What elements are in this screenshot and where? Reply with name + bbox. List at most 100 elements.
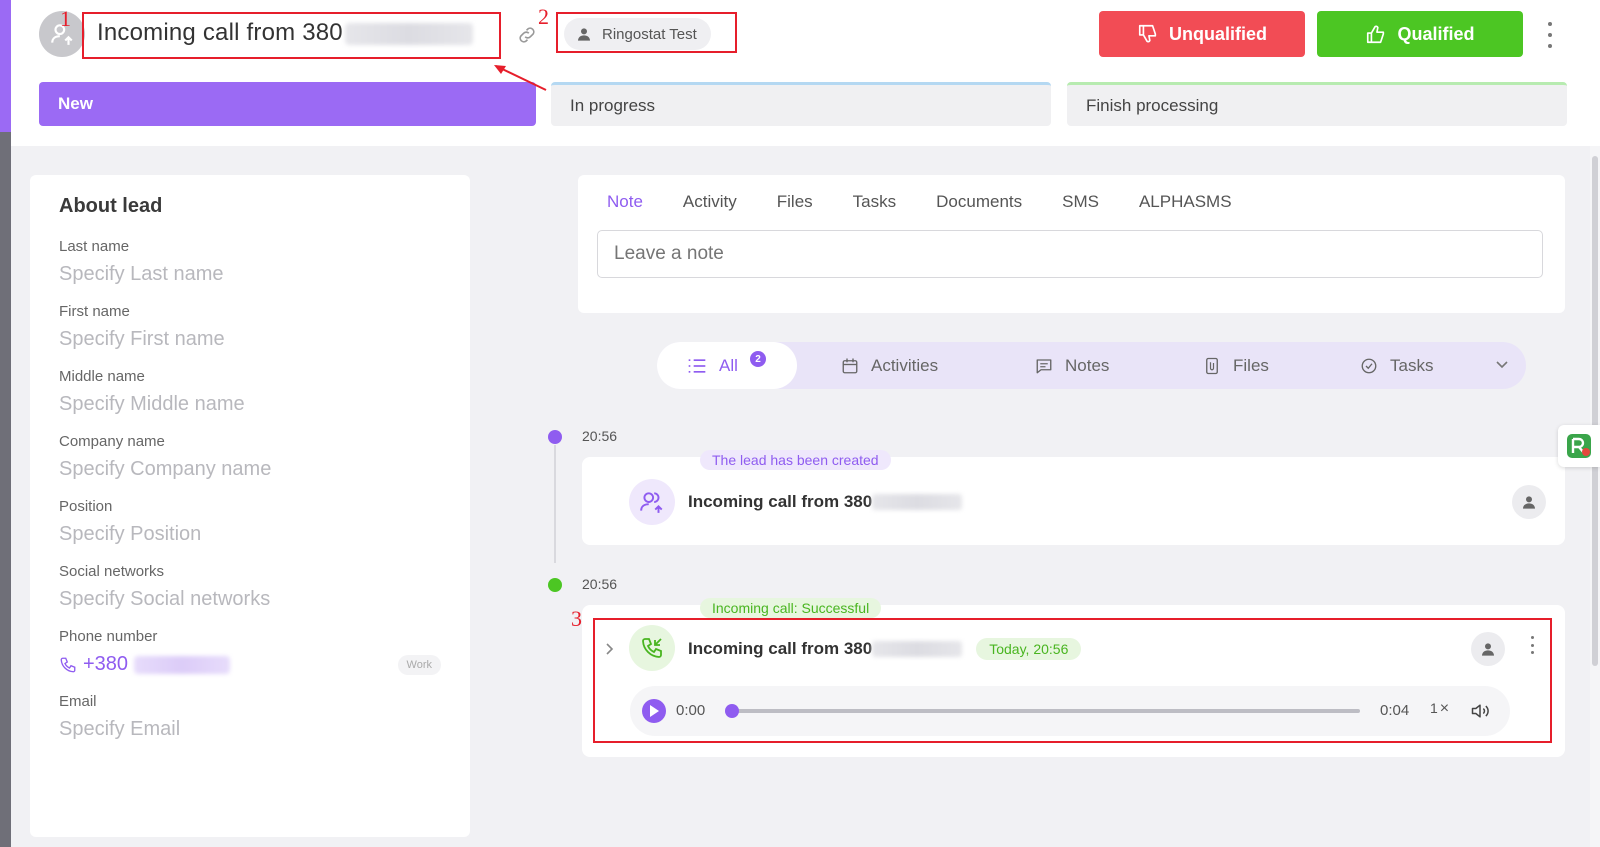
- stage-new-label: New: [58, 94, 93, 113]
- user-icon: [1523, 496, 1535, 509]
- stage-finish-label: Finish processing: [1086, 95, 1219, 115]
- volume-icon[interactable]: [1470, 701, 1490, 721]
- tab-sms[interactable]: SMS: [1062, 192, 1099, 212]
- timeline-line: [554, 445, 556, 563]
- redacted-number: [872, 641, 963, 657]
- play-icon: [650, 705, 659, 717]
- timeline-dot-1: [548, 430, 562, 444]
- users-icon: [640, 492, 663, 513]
- annotation-number-2: 2: [538, 4, 549, 29]
- card-icon-call: [629, 625, 675, 671]
- field-position[interactable]: Position Specify Position: [59, 498, 441, 546]
- call-time-badge: Today, 20:56: [976, 638, 1082, 660]
- scrollbar[interactable]: [1590, 146, 1600, 847]
- ringostat-logo-icon: [1567, 434, 1591, 458]
- annotation-arrow: [494, 65, 547, 91]
- filter-activities[interactable]: Activities: [841, 342, 938, 389]
- link-icon[interactable]: [516, 24, 538, 46]
- player-progress-track[interactable]: [725, 704, 1360, 718]
- tag-incoming-call-successful: Incoming call: Successful: [700, 598, 882, 618]
- card-title-lead: Incoming call from 380: [688, 492, 963, 512]
- user-chip-label: Ringostat Test: [602, 25, 697, 43]
- unqualified-button[interactable]: Unqualified: [1099, 11, 1305, 57]
- redacted-number: [872, 494, 963, 510]
- user-icon: [578, 28, 590, 41]
- audio-player: 0:00 0:04 1 ×: [630, 686, 1510, 736]
- check-circle-icon: [1361, 358, 1377, 373]
- calendar-icon: [842, 358, 858, 373]
- note-panel: Note Activity Files Tasks Documents SMS …: [578, 175, 1565, 313]
- filter-tasks[interactable]: Tasks: [1360, 342, 1433, 389]
- stage-finish-processing[interactable]: Finish processing: [1067, 82, 1567, 126]
- player-speed-button[interactable]: 1 ×: [1430, 700, 1449, 718]
- timeline-time-1: 20:56: [582, 428, 618, 444]
- tag-lead-created: The lead has been created: [700, 450, 891, 470]
- filter-all-label: All: [719, 355, 738, 375]
- card-title-call: Incoming call from 380 Today, 20:56: [688, 638, 1082, 660]
- edge-accent: [0, 0, 11, 132]
- field-first-name[interactable]: First name Specify First name: [59, 303, 441, 351]
- filter-all[interactable]: All 2: [657, 342, 797, 389]
- field-middle-name[interactable]: Middle name Specify Middle name: [59, 368, 441, 416]
- tab-tasks[interactable]: Tasks: [853, 192, 896, 212]
- responsible-user-chip[interactable]: Ringostat Test: [564, 18, 711, 50]
- note-input[interactable]: [597, 230, 1543, 278]
- field-email[interactable]: Email Specify Email: [59, 693, 441, 741]
- player-duration: 0:04: [1380, 702, 1410, 719]
- phone-type-tag: Work: [397, 654, 441, 675]
- field-company-name[interactable]: Company name Specify Company name: [59, 433, 441, 481]
- note-tabs: Note Activity Files Tasks Documents SMS …: [607, 192, 1232, 212]
- tab-documents[interactable]: Documents: [936, 192, 1022, 212]
- chevron-down-icon[interactable]: [1495, 359, 1509, 371]
- stage-in-progress-label: In progress: [570, 95, 656, 115]
- redacted-phone: [134, 655, 231, 674]
- thumbs-up-icon: [1367, 25, 1385, 44]
- thumbs-down-icon: [1138, 24, 1157, 43]
- annotation-number-1: 1: [60, 6, 71, 31]
- tab-alphasms[interactable]: ALPHASMS: [1139, 192, 1232, 212]
- tab-activity[interactable]: Activity: [683, 192, 737, 212]
- card-user-avatar-1[interactable]: [1512, 485, 1546, 519]
- list-icon: [688, 358, 706, 373]
- incoming-call-icon: [642, 638, 662, 658]
- chevron-right-icon[interactable]: [604, 642, 616, 656]
- qualified-label: Qualified: [1397, 23, 1475, 44]
- filter-files[interactable]: Files: [1203, 342, 1269, 389]
- redacted-number: [344, 22, 473, 45]
- lead-header: Incoming call from 380 Ringostat Test Un…: [11, 0, 1600, 146]
- filter-all-count-badge: 2: [750, 351, 766, 367]
- phone-icon: [60, 657, 76, 672]
- stage-new[interactable]: New: [39, 82, 536, 126]
- stage-in-progress[interactable]: In progress: [551, 82, 1051, 126]
- timeline-filter-bar: All 2 Activities Notes Files Tasks: [657, 342, 1526, 389]
- field-phone-number[interactable]: Phone number +380 Work: [59, 628, 441, 676]
- annotation-number-3: 3: [571, 606, 582, 631]
- play-button[interactable]: [642, 699, 666, 723]
- scroll-thumb[interactable]: [1592, 156, 1598, 666]
- field-last-name[interactable]: Last name Specify Last name: [59, 238, 441, 286]
- title-text: Incoming call from 380: [97, 19, 343, 46]
- user-icon: [1482, 643, 1494, 656]
- tab-files[interactable]: Files: [777, 192, 813, 212]
- page-title: Incoming call from 380: [97, 19, 473, 47]
- note-icon: [1036, 358, 1052, 373]
- card-user-avatar-2[interactable]: [1471, 632, 1505, 666]
- player-progress-knob[interactable]: [725, 704, 739, 718]
- card-more-icon[interactable]: [1526, 636, 1538, 654]
- about-lead-title: About lead: [59, 195, 163, 217]
- timeline-time-2: 20:56: [582, 576, 618, 592]
- phone-value[interactable]: +380: [59, 653, 231, 676]
- filter-notes[interactable]: Notes: [1035, 342, 1109, 389]
- field-social-networks[interactable]: Social networks Specify Social networks: [59, 563, 441, 611]
- card-icon-lead: [629, 479, 675, 525]
- timeline-dot-2: [548, 578, 562, 592]
- ringostat-widget[interactable]: [1558, 425, 1600, 467]
- player-current-time: 0:00: [676, 702, 706, 719]
- attachment-icon: [1206, 357, 1218, 374]
- more-menu-icon[interactable]: [1544, 22, 1556, 48]
- tab-note[interactable]: Note: [607, 192, 643, 212]
- qualified-button[interactable]: Qualified: [1317, 11, 1523, 57]
- unqualified-label: Unqualified: [1169, 23, 1267, 44]
- about-lead-panel: About lead Last name Specify Last name Fi…: [30, 175, 470, 837]
- edge-strip: [0, 0, 11, 847]
